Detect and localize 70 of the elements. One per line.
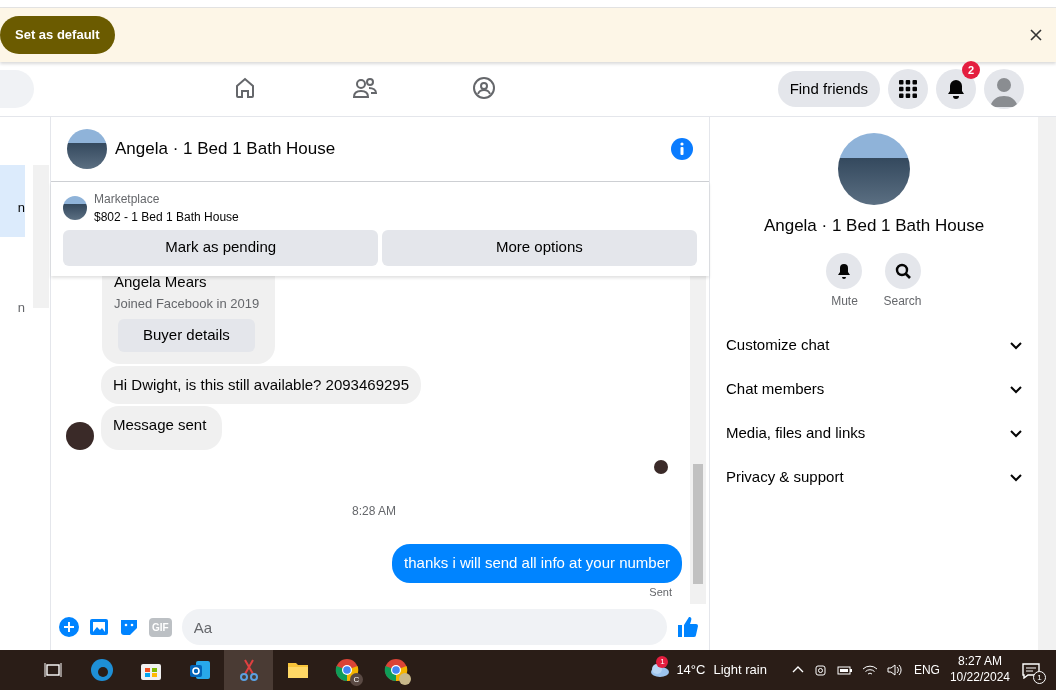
grid-icon	[898, 79, 918, 99]
set-default-button[interactable]: Set as default	[0, 16, 115, 54]
weather-alert-badge: 1	[656, 656, 669, 668]
more-options-button[interactable]: More options	[381, 229, 697, 266]
listing-photo	[67, 129, 107, 169]
language-indicator[interactable]: ENG	[913, 661, 940, 679]
friends-icon[interactable]	[353, 76, 377, 100]
clock[interactable]: 8:27 AM 10/22/2024	[949, 654, 1010, 686]
sent-status: Sent	[649, 584, 672, 600]
browser-icon[interactable]	[89, 658, 114, 682]
listing-thumbnail	[63, 196, 87, 220]
message-bubble: thanks i will send all info at your number	[392, 544, 682, 583]
bell-icon	[946, 79, 966, 99]
conversation-name: Angela · 1 Bed 1 Bath House	[763, 215, 985, 237]
listing-source: Marketplace	[94, 191, 161, 208]
search-label: Search	[883, 292, 922, 310]
mute-button[interactable]	[826, 252, 863, 289]
find-friends-button[interactable]: Find friends	[777, 71, 880, 107]
mail-app-icon[interactable]	[187, 658, 212, 682]
time-text: 8:27 AM	[956, 654, 1003, 670]
photo-icon[interactable]	[89, 617, 109, 637]
plus-icon[interactable]	[59, 617, 79, 637]
notification-count-badge: 2	[962, 61, 980, 79]
temperature-text: 14°C	[676, 661, 706, 680]
scrollbar[interactable]	[33, 165, 49, 308]
sticker-icon[interactable]	[119, 617, 139, 637]
weather-text: Light rain	[713, 661, 767, 680]
section-header[interactable]: Media, files and links	[710, 411, 1038, 456]
date-text: 10/22/2024	[949, 670, 1010, 686]
home-icon[interactable]	[233, 76, 257, 100]
menu-button[interactable]	[888, 69, 928, 109]
message-bubble: Message sent	[101, 406, 223, 450]
speaker-icon[interactable]	[886, 663, 903, 677]
like-icon[interactable]	[677, 616, 699, 638]
scrollbar[interactable]	[690, 275, 706, 604]
profile-badge: C	[350, 673, 363, 686]
search-button[interactable]	[884, 252, 921, 289]
section-label: Media, files and links	[726, 423, 866, 444]
sidebar-item[interactable]: n	[0, 265, 25, 337]
mute-label: Mute	[831, 292, 858, 310]
task-view-icon[interactable]	[43, 662, 62, 678]
timestamp: 8:28 AM	[351, 503, 397, 520]
message-input[interactable]: Aa	[181, 609, 667, 645]
notification-count-badge: 1	[1033, 671, 1046, 684]
info-icon[interactable]	[671, 138, 693, 160]
section-header[interactable]: Customize chat	[710, 323, 1038, 368]
section-label: Chat members	[726, 379, 825, 400]
profile-icon	[399, 673, 411, 685]
sidebar-item[interactable]: n	[0, 165, 25, 237]
profile-avatar[interactable]	[984, 69, 1024, 109]
message-bubble: Hi Dwight, is this still available? 2093469295	[101, 365, 421, 404]
mark-pending-button[interactable]: Mark as pending	[63, 229, 379, 266]
scrollbar-track[interactable]	[1038, 117, 1056, 650]
section-label: Privacy & support	[726, 467, 844, 488]
wifi-icon[interactable]	[861, 663, 878, 677]
battery-icon[interactable]	[836, 664, 853, 676]
buyer-details-button[interactable]: Buyer details	[118, 319, 255, 352]
section-header[interactable]: Privacy & support	[710, 455, 1038, 500]
listing-title: $802 - 1 Bed 1 Bath House	[94, 209, 239, 226]
chrome-icon[interactable]	[334, 658, 359, 682]
section-header[interactable]: Chat members	[710, 367, 1038, 412]
active-taskbar-button[interactable]	[224, 650, 273, 690]
chat-title: Angela · 1 Bed 1 Bath House	[115, 138, 336, 161]
buyer-name: Angela Mears	[114, 275, 208, 292]
section-label: Customize chat	[726, 335, 830, 356]
chrome-icon[interactable]	[383, 658, 408, 682]
seen-avatar	[654, 460, 668, 474]
buyer-joined-text: Joined Facebook in 2019	[114, 294, 260, 313]
close-icon[interactable]	[1030, 29, 1042, 41]
groups-icon[interactable]	[472, 76, 496, 100]
